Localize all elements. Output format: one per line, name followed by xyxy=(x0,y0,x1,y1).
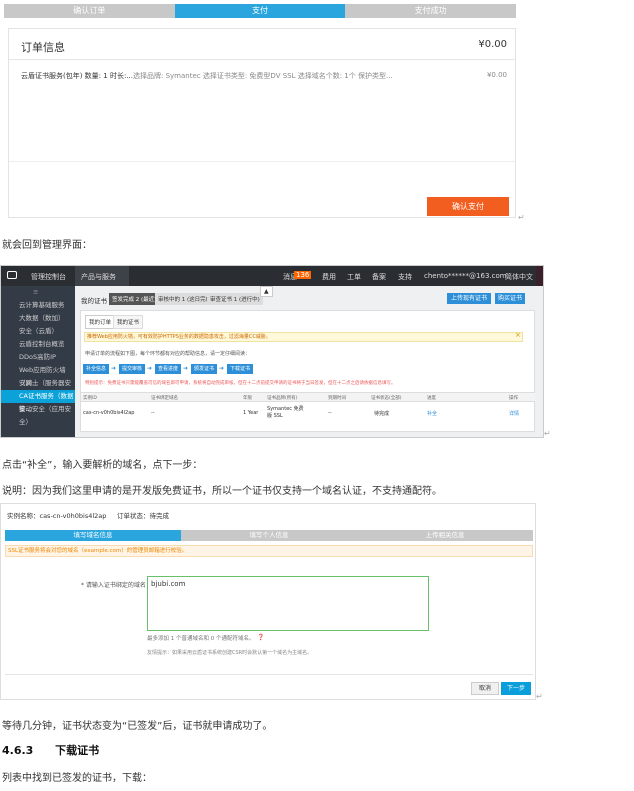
confirm-pay-button[interactable]: 确认支付 xyxy=(427,197,509,216)
message-count: 136 xyxy=(294,271,312,279)
sidebar-item[interactable]: 安全（云盾） xyxy=(1,325,75,338)
cell-status: 待完成 xyxy=(374,411,390,417)
step-personal: 填写个人信息 xyxy=(181,530,357,541)
col-header[interactable]: 证书状态(全部) xyxy=(371,395,402,401)
tab-my-certs[interactable]: 我的证书 xyxy=(81,295,107,305)
sidebar-item-ca[interactable]: CA证书服务（数据安... xyxy=(1,390,75,413)
cell-expire: -- xyxy=(328,410,332,416)
sidebar-item[interactable]: 云计算基础服务 xyxy=(1,299,75,312)
ticket-link[interactable]: 工单 xyxy=(347,272,361,282)
language-select[interactable]: 简体中文 xyxy=(505,272,533,282)
sidebar-item[interactable]: 大数据（数加） xyxy=(1,312,75,325)
section-title: 下载证书 xyxy=(55,744,100,757)
record-link[interactable]: 备案 xyxy=(372,272,386,282)
col-header: 实例ID xyxy=(83,396,97,401)
flow-step: 补全信息 xyxy=(83,364,109,374)
cell-instance-id: cas-cn-v0h0bis4l2ap xyxy=(83,410,135,416)
cell-years: 1 Year xyxy=(243,410,259,416)
para-1: 就会回到管理界面： xyxy=(2,240,92,251)
console-sidebar: ≡ 云计算基础服务 大数据（数加） 安全（云盾） 云盾控制台概览 DDoS高防I… xyxy=(1,286,75,437)
order-price: ¥0.00 xyxy=(486,71,507,79)
console-screenshot: 管理控制台 产品与服务 消息 136 费用 工单 备案 支持 chento***… xyxy=(0,265,544,438)
col-header: 到期时间 xyxy=(328,396,346,401)
sidebar-item[interactable]: Web应用防火墙（网... xyxy=(1,364,75,387)
col-header[interactable]: 证书品牌(所有) xyxy=(267,395,298,401)
notice-bar: 推荐Web应用防火墙，可有效防护HTTPS业务的数据隐患攻击，过滤海量CC威胁。 xyxy=(84,332,523,342)
close-notice-icon[interactable]: × xyxy=(515,331,521,339)
next-button[interactable]: 下一步 xyxy=(501,682,531,695)
order-item: 云盾证书服务(包年) 数量: 1 时长:... xyxy=(21,72,133,80)
flow-text: 申请订单的流程如下图，每个环节都有对应的帮助信息，请一定仔细阅读： xyxy=(85,351,251,357)
support-link[interactable]: 支持 xyxy=(398,272,412,282)
tab-my-orders[interactable]: 我的订单 xyxy=(85,315,116,329)
help-icon[interactable]: ❓ xyxy=(257,634,264,641)
sidebar-item[interactable]: 安骑士（服务器安全） xyxy=(1,377,75,400)
col-header: 进度 xyxy=(427,396,436,401)
flow-step: 下载证书 xyxy=(227,364,253,374)
fee-link[interactable]: 费用 xyxy=(322,272,336,282)
step-success: 支付成功 xyxy=(345,4,517,18)
tab-issued[interactable]: 签发完成 2 (最近) xyxy=(109,293,160,305)
order-screenshot: 确认订单 支付 支付成功 订单信息 ¥0.00 云盾证书服务(包年) 数量: 1… xyxy=(4,0,517,218)
complete-link[interactable]: 补全 xyxy=(427,410,437,417)
domain-input[interactable]: bjubi.com xyxy=(147,576,429,631)
flow-step: 查看进度 xyxy=(155,364,181,374)
sidebar-item[interactable]: 云盾控制台概览 xyxy=(1,338,75,351)
para-2: 点击“补全”，输入要解析的域名，点下一步： xyxy=(2,460,203,471)
tab-my-certificates[interactable]: 我的证书 xyxy=(113,315,144,329)
cell-brand: Symantec 免费版 SSL xyxy=(267,406,304,419)
order-card: 订单信息 ¥0.00 云盾证书服务(包年) 数量: 1 时长:... 选择品牌:… xyxy=(8,28,516,218)
tip-bar: SSL证书服务将会对您的域名（example.com）的管理员邮箱进行校验。 xyxy=(5,545,533,557)
para-3: 说明：因为我们这里申请的是开发版免费证书，所以一个证书仅支持一个域名认证，不支持… xyxy=(2,486,442,497)
limit-note: 最多添加 1 个普通域名和 0 个通配符域名。 xyxy=(147,636,255,642)
tab-pending[interactable]: 审查证书 1 (进行中) xyxy=(207,293,263,305)
order-total: ¥0.00 xyxy=(478,39,507,50)
domain-label: * 请输入证书绑定的域名： xyxy=(81,582,152,589)
console-main: 我的证书 签发完成 2 (最近) 审核中的 1 (这日完成) 审查证书 1 (进… xyxy=(75,286,543,437)
console-topbar: 管理控制台 产品与服务 消息 136 费用 工单 备案 支持 chento***… xyxy=(1,266,543,437)
flow-step: 颁发证书 xyxy=(191,364,217,374)
col-header: 操作 xyxy=(509,396,518,401)
step-upload: 上传相关信息 xyxy=(357,530,533,541)
order-title: 订单信息 xyxy=(21,41,65,54)
sidebar-item[interactable]: 移动安全（应用安全） xyxy=(1,403,75,426)
cancel-button[interactable]: 取消 xyxy=(471,682,499,695)
upload-cert-button[interactable]: 上传现有证书 xyxy=(447,293,491,304)
step-confirm: 确认订单 xyxy=(4,4,175,18)
console-logo[interactable]: 管理控制台 xyxy=(31,272,66,282)
col-header: 年限 xyxy=(243,396,252,401)
para-5: 列表中找到已签发的证书，下载： xyxy=(2,773,152,784)
tip-note: 友情提示：如果采用云盾证书系统创建CSR时会默认第一个域名为主域名。 xyxy=(147,650,313,656)
warn-text: 特别提示：免费证书只需能覆盖可信的域名即可申请，系统将自动完成审核，但在十二点前… xyxy=(85,381,396,386)
products-menu[interactable]: 产品与服务 xyxy=(81,272,116,282)
form-screenshot: 实例名称：cas-cn-v0h0bis4l2ap 订单状态：待完成 填写域名信息… xyxy=(0,503,536,700)
buy-cert-button[interactable]: 购买证书 xyxy=(495,293,525,304)
aliyun-logo-icon xyxy=(7,271,17,279)
order-desc: 选择品牌: Symantec 选择证书类型: 免费型DV SSL 选择域名个数:… xyxy=(133,72,393,80)
para-4: 等待几分钟，证书状态变为“已签发”后，证书就申请成功了。 xyxy=(2,721,273,732)
instance-name: 实例名称：cas-cn-v0h0bis4l2ap xyxy=(7,512,107,520)
step-domain: 填写域名信息 xyxy=(5,530,181,541)
user-account[interactable]: chento******@163.com xyxy=(424,272,507,280)
step-pay: 支付 xyxy=(174,4,346,18)
section-number: 4.6.3 xyxy=(2,744,34,757)
progress-steps: 确认订单 支付 支付成功 xyxy=(4,4,517,18)
detail-link[interactable]: 详情 xyxy=(509,410,519,417)
order-status: 订单状态：待完成 xyxy=(117,512,169,520)
flow-step: 提交审核 xyxy=(119,364,145,374)
sidebar-item[interactable]: DDoS高防IP xyxy=(1,351,75,364)
cell-domain: -- xyxy=(151,410,155,416)
col-header: 证书绑定域名 xyxy=(151,396,178,401)
collapse-icon[interactable]: ▲ xyxy=(260,286,273,297)
